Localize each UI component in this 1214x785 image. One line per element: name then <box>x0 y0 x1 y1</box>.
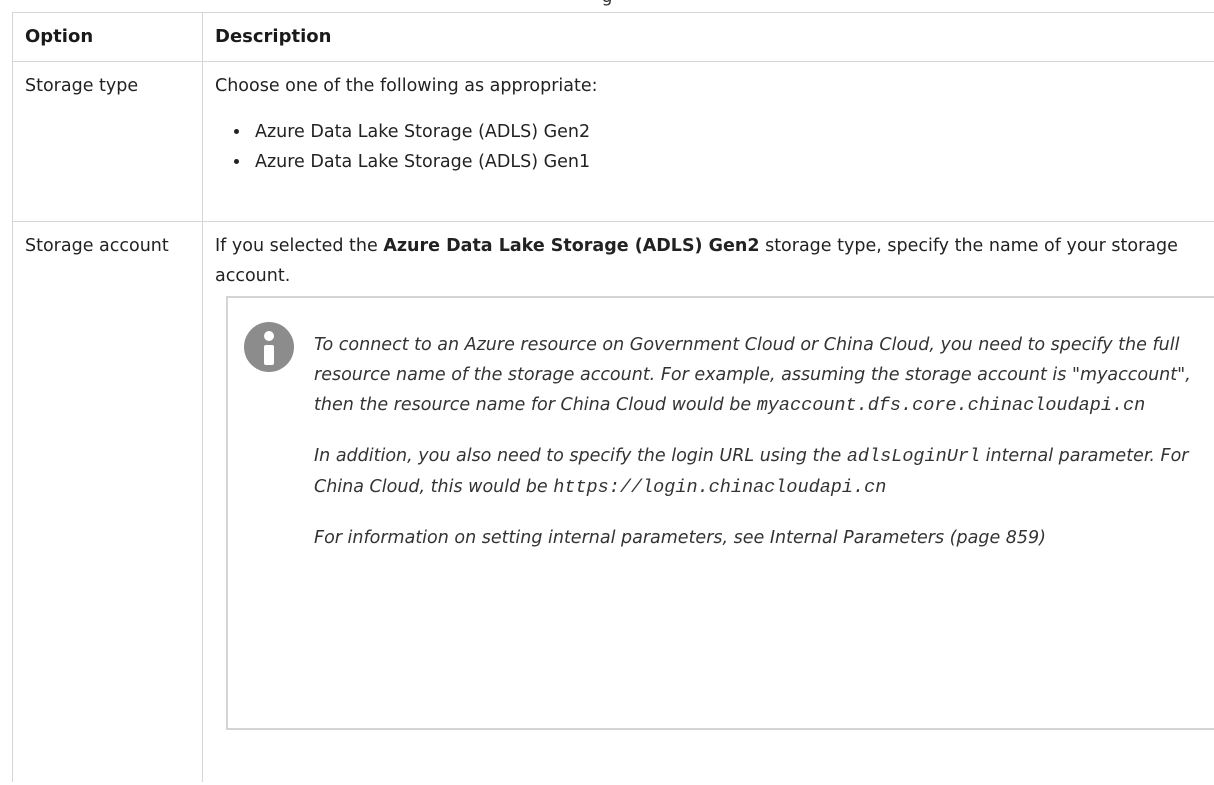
option-name: Storage type <box>13 62 203 221</box>
header-option: Option <box>13 13 203 61</box>
description-text: If you selected the <box>215 236 384 256</box>
description-intro: Choose one of the following as appropria… <box>215 76 598 96</box>
page-title-fragment: g <box>0 0 1214 9</box>
table-row: Storage type Choose one of the following… <box>13 62 1214 222</box>
option-description: Choose one of the following as appropria… <box>203 62 1214 221</box>
info-note: To connect to an Azure resource on Gover… <box>226 296 1214 730</box>
description-bold: Azure Data Lake Storage (ADLS) Gen2 <box>383 236 760 256</box>
code-login-url: https://login.chinacloudapi.cn <box>553 477 887 498</box>
header-description: Description <box>215 26 332 47</box>
list-item: Azure Data Lake Storage (ADLS) Gen1 <box>251 147 1203 177</box>
option-name: Storage account <box>13 222 203 782</box>
note-paragraph: In addition, you also need to specify th… <box>314 441 1194 503</box>
code-param-name: adlsLoginUrl <box>846 446 981 467</box>
note-text-span: In addition, you also need to specify th… <box>314 446 847 466</box>
info-icon <box>244 322 294 372</box>
note-paragraph: To connect to an Azure resource on Gover… <box>314 330 1194 421</box>
note-text: To connect to an Azure resource on Gover… <box>314 330 1194 573</box>
code-resource-name: myaccount.dfs.core.chinacloudapi.cn <box>756 395 1146 416</box>
note-paragraph: For information on setting internal para… <box>314 528 1047 548</box>
storage-type-list: Azure Data Lake Storage (ADLS) Gen2 Azur… <box>215 117 1203 177</box>
list-item: Azure Data Lake Storage (ADLS) Gen2 <box>251 117 1203 147</box>
table-header-row: Option Description <box>13 13 1214 62</box>
